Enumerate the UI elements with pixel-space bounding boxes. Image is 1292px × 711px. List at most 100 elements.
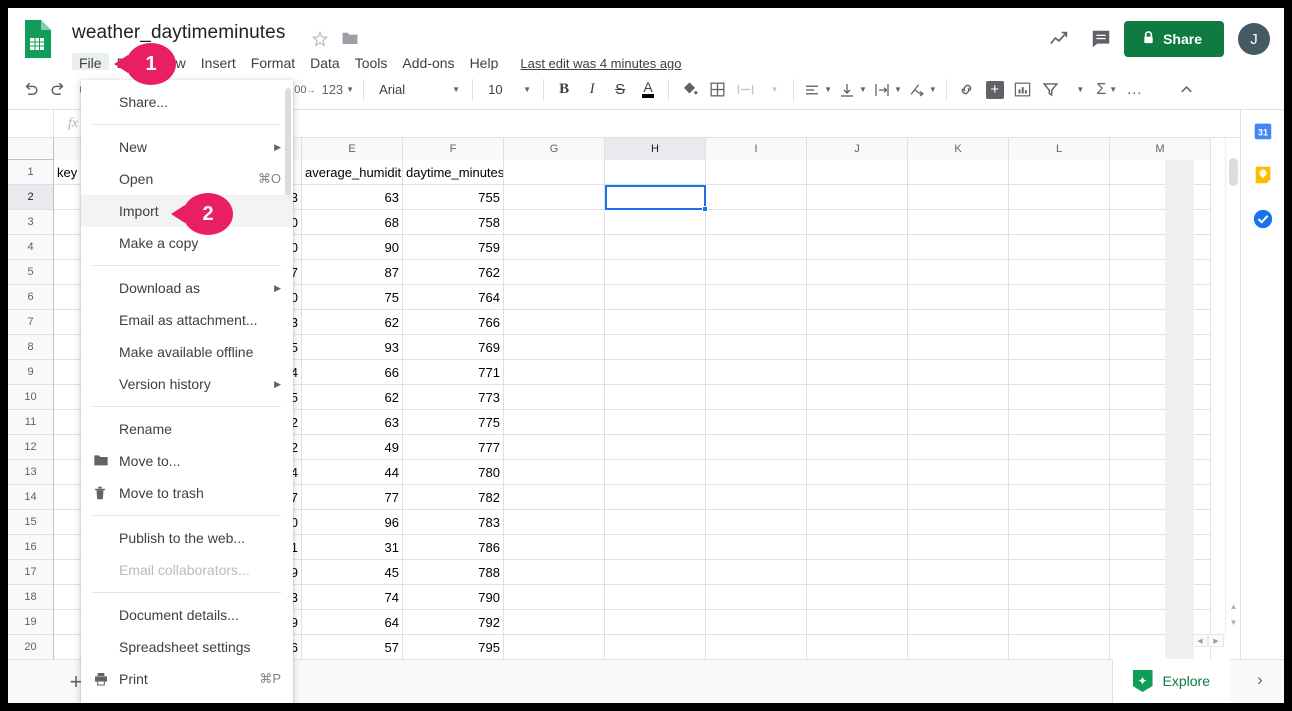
- cell-F[interactable]: 795: [403, 635, 504, 659]
- cell-H[interactable]: [605, 285, 706, 310]
- text-wrapping-icon[interactable]: ▼: [870, 76, 905, 104]
- cell-H[interactable]: [605, 335, 706, 360]
- column-header-G[interactable]: G: [504, 138, 605, 160]
- cell-L[interactable]: [1009, 185, 1110, 210]
- merge-menu-caret[interactable]: ▼: [759, 76, 787, 104]
- cell-G[interactable]: [504, 510, 605, 535]
- cell-K[interactable]: [908, 160, 1009, 185]
- cell-H[interactable]: [605, 535, 706, 560]
- cell-M[interactable]: [1110, 185, 1211, 210]
- cell-L[interactable]: [1009, 585, 1110, 610]
- cell-I[interactable]: [706, 210, 807, 235]
- cell-F[interactable]: 758: [403, 210, 504, 235]
- file-menu-item-make-a-copy[interactable]: Make a copy: [81, 227, 293, 259]
- last-edit-status[interactable]: Last edit was 4 minutes ago: [520, 56, 681, 71]
- cell-G[interactable]: [504, 335, 605, 360]
- cell-K[interactable]: [908, 535, 1009, 560]
- text-rotation-icon[interactable]: ▼: [905, 76, 940, 104]
- file-menu-item-download-as[interactable]: Download as ▶: [81, 272, 293, 304]
- cell-I[interactable]: [706, 610, 807, 635]
- cell-G[interactable]: [504, 435, 605, 460]
- cell-K[interactable]: [908, 560, 1009, 585]
- file-menu-item-move-to[interactable]: Move to...: [81, 445, 293, 477]
- cell-J[interactable]: [807, 560, 908, 585]
- cell-J[interactable]: [807, 635, 908, 659]
- redo-icon[interactable]: [44, 76, 72, 104]
- file-menu-item-email-as-attachment[interactable]: Email as attachment...: [81, 304, 293, 336]
- insert-chart-icon[interactable]: [1009, 76, 1037, 104]
- row-header-20[interactable]: 20: [8, 635, 54, 659]
- italic-button[interactable]: I: [578, 76, 606, 104]
- keep-icon[interactable]: [1250, 162, 1276, 188]
- cell-M[interactable]: [1110, 385, 1211, 410]
- insert-comment-icon[interactable]: +: [981, 76, 1009, 104]
- font-size-select[interactable]: 10 ▼: [479, 77, 537, 103]
- file-menu-item-version-history[interactable]: Version history ▶: [81, 368, 293, 400]
- cell-K[interactable]: [908, 485, 1009, 510]
- cell-M[interactable]: [1110, 235, 1211, 260]
- cell-I[interactable]: [706, 185, 807, 210]
- cell-E[interactable]: 62: [302, 310, 403, 335]
- cell-M[interactable]: [1110, 610, 1211, 635]
- cell-E[interactable]: 62: [302, 385, 403, 410]
- cell-J[interactable]: [807, 485, 908, 510]
- cell-H[interactable]: [605, 460, 706, 485]
- cell-M[interactable]: [1110, 410, 1211, 435]
- expand-side-panel-icon[interactable]: ›: [1242, 665, 1278, 695]
- cell-H[interactable]: [605, 610, 706, 635]
- cell-F[interactable]: daytime_minutes: [403, 160, 504, 185]
- cell-M[interactable]: [1110, 510, 1211, 535]
- cell-G[interactable]: [504, 560, 605, 585]
- cell-J[interactable]: [807, 235, 908, 260]
- cell-E[interactable]: 74: [302, 585, 403, 610]
- file-menu-item-make-available-offline[interactable]: Make available offline: [81, 336, 293, 368]
- cell-I[interactable]: [706, 285, 807, 310]
- cell-G[interactable]: [504, 460, 605, 485]
- cell-J[interactable]: [807, 260, 908, 285]
- file-menu-item-open[interactable]: Open ⌘O: [81, 163, 293, 195]
- cell-I[interactable]: [706, 160, 807, 185]
- cell-I[interactable]: [706, 485, 807, 510]
- column-header-K[interactable]: K: [908, 138, 1009, 160]
- cell-E[interactable]: 63: [302, 185, 403, 210]
- column-header-E[interactable]: E: [302, 138, 403, 160]
- cell-H[interactable]: [605, 235, 706, 260]
- cell-G[interactable]: [504, 360, 605, 385]
- cell-E[interactable]: 68: [302, 210, 403, 235]
- cell-G[interactable]: [504, 235, 605, 260]
- cell-H[interactable]: [605, 585, 706, 610]
- explore-button[interactable]: ✦ Explore: [1111, 659, 1230, 703]
- cell-J[interactable]: [807, 210, 908, 235]
- cell-M[interactable]: [1110, 310, 1211, 335]
- column-header-L[interactable]: L: [1009, 138, 1110, 160]
- cell-M[interactable]: [1110, 460, 1211, 485]
- cell-K[interactable]: [908, 310, 1009, 335]
- cell-G[interactable]: [504, 210, 605, 235]
- cell-J[interactable]: [807, 510, 908, 535]
- cell-K[interactable]: [908, 185, 1009, 210]
- row-header-10[interactable]: 10: [8, 385, 54, 410]
- cell-K[interactable]: [908, 610, 1009, 635]
- star-icon[interactable]: [311, 30, 329, 53]
- activity-dashboard-icon[interactable]: [1040, 20, 1078, 58]
- cell-K[interactable]: [908, 635, 1009, 659]
- cell-M[interactable]: [1110, 485, 1211, 510]
- cell-K[interactable]: [908, 435, 1009, 460]
- row-header-18[interactable]: 18: [8, 585, 54, 610]
- cell-L[interactable]: [1009, 460, 1110, 485]
- row-header-1[interactable]: 1: [8, 160, 54, 185]
- cell-K[interactable]: [908, 335, 1009, 360]
- cell-J[interactable]: [807, 410, 908, 435]
- column-header-H[interactable]: H: [605, 138, 706, 160]
- file-menu-item-rename[interactable]: Rename: [81, 413, 293, 445]
- cell-I[interactable]: [706, 335, 807, 360]
- cell-J[interactable]: [807, 160, 908, 185]
- cell-F[interactable]: 790: [403, 585, 504, 610]
- cell-J[interactable]: [807, 585, 908, 610]
- file-menu-item-document-details[interactable]: Document details...: [81, 599, 293, 631]
- cell-G[interactable]: [504, 610, 605, 635]
- cell-G[interactable]: [504, 310, 605, 335]
- cell-E[interactable]: 63: [302, 410, 403, 435]
- fill-color-icon[interactable]: [675, 76, 703, 104]
- file-menu-item-publish-to-the-web[interactable]: Publish to the web...: [81, 522, 293, 554]
